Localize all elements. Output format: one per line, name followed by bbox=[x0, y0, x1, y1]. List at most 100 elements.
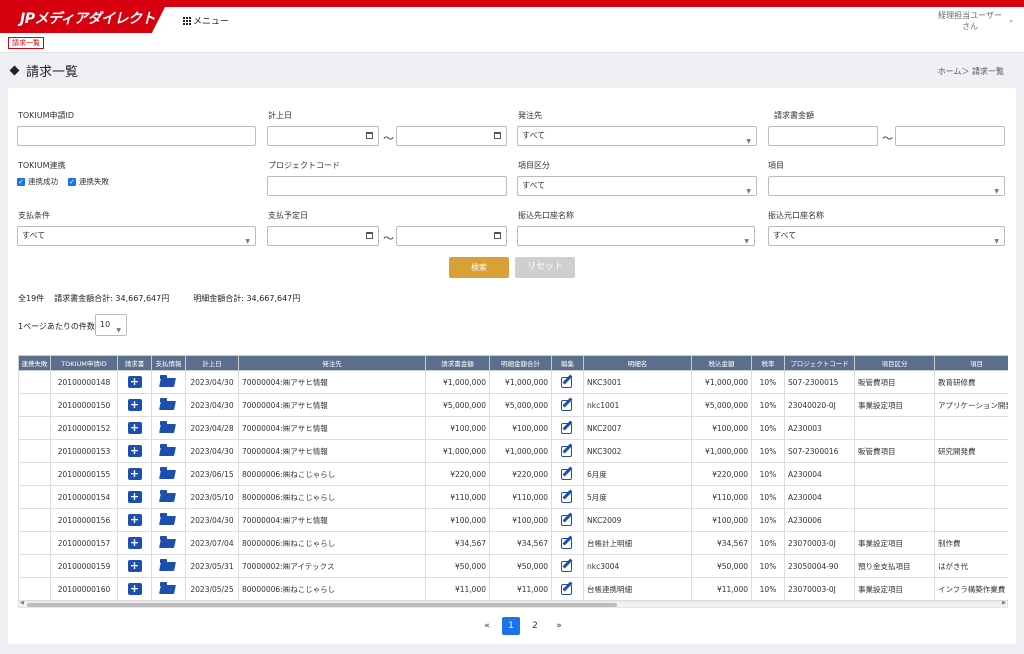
reset-button[interactable]: リセット bbox=[515, 257, 575, 278]
table-row[interactable]: 20100000155 +2023/06/15 80000006:㈱ねこじゃらし ¥2… bbox=[18, 462, 1008, 486]
add-invoice-icon[interactable]: + bbox=[127, 376, 142, 388]
add-invoice-icon[interactable]: + bbox=[127, 468, 142, 480]
col-header[interactable]: プロジェクトコード bbox=[784, 355, 855, 371]
edit-icon[interactable] bbox=[560, 489, 575, 503]
user-menu[interactable]: 経理担当ユーザー さん bbox=[938, 10, 1002, 32]
edit-icon[interactable] bbox=[560, 558, 575, 572]
scroll-thumb[interactable] bbox=[27, 603, 617, 607]
edit-icon[interactable] bbox=[560, 466, 575, 480]
col-header[interactable]: 計上日 bbox=[185, 355, 239, 371]
folder-open-icon[interactable] bbox=[159, 513, 177, 525]
seikyu-amount-min-input[interactable] bbox=[768, 126, 878, 146]
add-invoice-icon[interactable]: + bbox=[127, 560, 142, 572]
shiharai-yotei-to-input[interactable] bbox=[396, 226, 507, 246]
col-header[interactable]: 明細名 bbox=[583, 355, 692, 371]
folder-open-icon[interactable] bbox=[159, 582, 177, 594]
cell-meisai-total: ¥1,000,000 bbox=[489, 370, 552, 394]
cell-seikyu-amount: ¥100,000 bbox=[425, 508, 490, 532]
next-page-button[interactable]: » bbox=[550, 617, 568, 635]
cell-edit-action bbox=[551, 508, 584, 532]
koumoku-kubun-select[interactable]: すべて ▼ bbox=[517, 176, 757, 196]
add-invoice-icon[interactable]: + bbox=[127, 422, 142, 434]
table-row[interactable]: 20100000156 +2023/04/30 70000004:㈱アサヒ情報 ¥10… bbox=[18, 508, 1008, 532]
edit-icon[interactable] bbox=[560, 397, 575, 411]
chevron-down-icon[interactable]: ⌄ bbox=[1008, 16, 1014, 24]
table-row[interactable]: 20100000150 +2023/04/30 70000004:㈱アサヒ情報 ¥5,… bbox=[18, 393, 1008, 417]
cell-keijo-date: 2023/04/30 bbox=[185, 393, 239, 417]
menu-button[interactable]: メニュー bbox=[183, 14, 229, 27]
table-row[interactable]: 20100000157 +2023/07/04 80000006:㈱ねこじゃらし ¥3… bbox=[18, 531, 1008, 555]
folder-open-icon[interactable] bbox=[159, 559, 177, 571]
folder-open-icon[interactable] bbox=[159, 444, 177, 456]
col-header[interactable]: 請求書金額 bbox=[425, 355, 490, 371]
col-header[interactable]: 明細金額合計 bbox=[489, 355, 552, 371]
cell-project-code: A230004 bbox=[784, 462, 855, 486]
calendar-icon bbox=[494, 132, 501, 139]
edit-icon[interactable] bbox=[560, 512, 575, 526]
folder-open-icon[interactable] bbox=[159, 398, 177, 410]
koumoku-select[interactable]: ▼ bbox=[768, 176, 1005, 196]
furikomimoto-select[interactable]: すべて ▼ bbox=[768, 226, 1005, 246]
add-invoice-icon[interactable]: + bbox=[127, 514, 142, 526]
folder-open-icon[interactable] bbox=[159, 467, 177, 479]
add-invoice-icon[interactable]: + bbox=[127, 537, 142, 549]
col-header[interactable]: 税込金額 bbox=[691, 355, 752, 371]
col-header[interactable]: TOKIUM申請ID bbox=[50, 355, 118, 371]
table-row[interactable]: 20100000159 +2023/05/31 70000002:㈱アイテックス ¥5… bbox=[18, 554, 1008, 578]
edit-icon[interactable] bbox=[560, 581, 575, 595]
cell-meisai-name: NKC3001 bbox=[583, 370, 692, 394]
prev-page-button[interactable]: « bbox=[478, 617, 496, 635]
edit-icon[interactable] bbox=[560, 443, 575, 457]
table-header-row: 連携失敗 TOKIUM申請ID 請求書 支払情報 計上日 発注先 請求書金額 明… bbox=[18, 355, 1008, 371]
project-code-input[interactable] bbox=[267, 176, 507, 196]
add-invoice-icon[interactable]: + bbox=[127, 491, 142, 503]
col-header[interactable]: 項目 bbox=[934, 355, 1008, 371]
col-header[interactable]: 発注先 bbox=[238, 355, 426, 371]
hacchusaki-select[interactable]: すべて ▼ bbox=[517, 126, 757, 146]
shiharai-jouken-select[interactable]: すべて ▼ bbox=[17, 226, 256, 246]
edit-icon[interactable] bbox=[560, 535, 575, 549]
scroll-left-icon[interactable]: ◀ bbox=[20, 600, 24, 606]
renkei-failure-checkbox[interactable]: ✓ 連携失敗 bbox=[68, 176, 109, 187]
add-invoice-icon[interactable]: + bbox=[127, 399, 142, 411]
furikomisaki-select[interactable]: ▼ bbox=[517, 226, 755, 246]
table-row[interactable]: 20100000153 +2023/04/30 70000004:㈱アサヒ情報 ¥1,… bbox=[18, 439, 1008, 463]
folder-open-icon[interactable] bbox=[159, 490, 177, 502]
keijo-date-to-input[interactable] bbox=[396, 126, 507, 146]
table-row[interactable]: 20100000154 +2023/05/10 80000006:㈱ねこじゃらし ¥1… bbox=[18, 485, 1008, 509]
search-button[interactable]: 検索 bbox=[449, 257, 509, 278]
table-row[interactable]: 20100000152 +2023/04/28 70000004:㈱アサヒ情報 ¥10… bbox=[18, 416, 1008, 440]
cell-zeikomi: ¥34,567 bbox=[691, 531, 752, 555]
keijo-date-from-input[interactable] bbox=[267, 126, 379, 146]
scroll-right-icon[interactable]: ▶ bbox=[1002, 600, 1006, 606]
perpage-select[interactable]: 10 ▼ bbox=[95, 314, 127, 336]
edit-icon[interactable] bbox=[560, 420, 575, 434]
tokium-id-input[interactable] bbox=[17, 126, 256, 146]
add-invoice-icon[interactable]: + bbox=[127, 445, 142, 457]
table-body: 20100000148 +2023/04/30 70000004:㈱アサヒ情報 ¥1,… bbox=[18, 370, 1008, 601]
cell-tokium-id: 20100000160 bbox=[50, 577, 118, 601]
col-header[interactable]: 税率 bbox=[751, 355, 785, 371]
add-invoice-icon[interactable]: + bbox=[127, 583, 142, 595]
brand-logo[interactable]: JPメディアダイレクト bbox=[0, 7, 165, 33]
edit-icon[interactable] bbox=[560, 374, 575, 388]
col-header[interactable]: 請求書 bbox=[117, 355, 152, 371]
breadcrumb[interactable]: ホーム＞ 請求一覧 bbox=[938, 66, 1004, 77]
renkei-success-checkbox[interactable]: ✓ 連携成功 bbox=[17, 176, 58, 187]
col-header[interactable]: 編集 bbox=[551, 355, 584, 371]
col-header[interactable]: 連携失敗 bbox=[18, 355, 51, 371]
shiharai-yotei-from-input[interactable] bbox=[267, 226, 379, 246]
table-row[interactable]: 20100000148 +2023/04/30 70000004:㈱アサヒ情報 ¥1,… bbox=[18, 370, 1008, 394]
seikyu-amount-max-input[interactable] bbox=[895, 126, 1005, 146]
col-header[interactable]: 支払情報 bbox=[151, 355, 186, 371]
page-2-button[interactable]: 2 bbox=[526, 617, 544, 635]
folder-open-icon[interactable] bbox=[159, 536, 177, 548]
folder-open-icon[interactable] bbox=[159, 421, 177, 433]
page-1-button[interactable]: 1 bbox=[502, 617, 520, 635]
table-row[interactable]: 20100000160 +2023/05/25 80000006:㈱ねこじゃらし ¥1… bbox=[18, 577, 1008, 601]
col-header[interactable]: 項目区分 bbox=[854, 355, 935, 371]
open-tab-invoice-list[interactable]: 請求一覧 bbox=[8, 37, 44, 49]
folder-open-icon[interactable] bbox=[159, 375, 177, 387]
cell-koumoku-kubun: 事業設定項目 bbox=[854, 577, 935, 601]
horizontal-scrollbar[interactable]: ◀ ▶ bbox=[18, 600, 1008, 608]
